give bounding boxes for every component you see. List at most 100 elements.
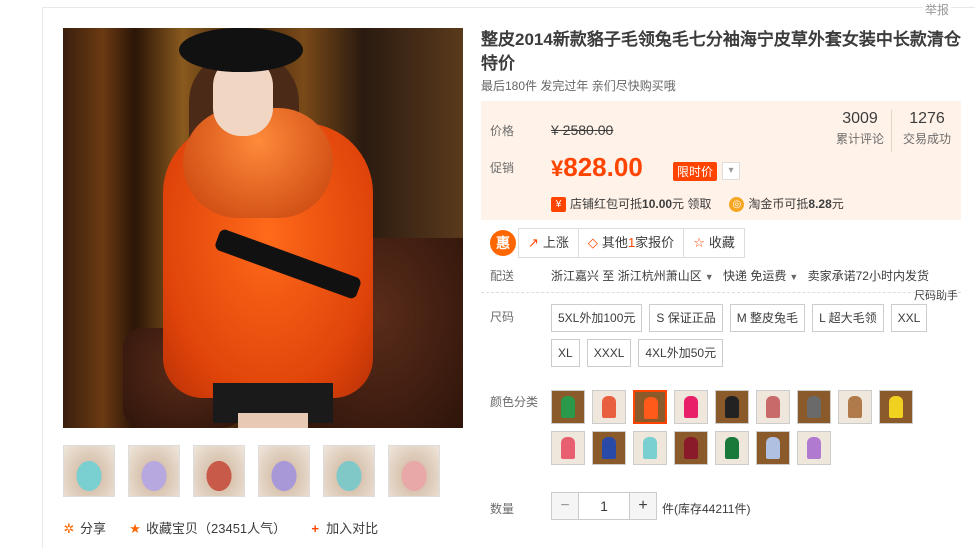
size-option[interactable]: 4XL外加50元 <box>638 339 724 367</box>
thumbnail-4[interactable] <box>258 445 310 497</box>
quantity-label: 数量 <box>490 502 515 516</box>
favorite-label: 收藏 <box>708 235 735 250</box>
size-option[interactable]: L 超大毛领 <box>812 304 884 332</box>
other-prefix: 其他 <box>601 235 628 250</box>
color-swatch[interactable] <box>674 431 708 465</box>
other-offers-button[interactable]: ◇ 其他1家报价 <box>579 229 685 257</box>
favorite-item-link[interactable]: ★ 收藏宝贝（23451人气） <box>128 518 286 537</box>
color-swatch[interactable] <box>879 390 913 424</box>
size-option[interactable]: XL <box>551 339 580 367</box>
promo-label: 促销 <box>490 161 515 175</box>
color-swatch[interactable] <box>797 390 831 424</box>
size-option[interactable]: XXL <box>890 304 928 332</box>
color-swatch[interactable] <box>633 390 667 424</box>
size-chart-link[interactable]: 尺码助手 <box>914 287 958 303</box>
color-swatch[interactable] <box>715 431 749 465</box>
arrow-up-icon: ↗ <box>528 235 539 250</box>
thumbnail-strip <box>63 445 440 497</box>
color-swatch[interactable] <box>633 431 667 465</box>
model-hat <box>179 28 303 72</box>
promo-currency: ¥ <box>551 156 564 181</box>
size-option[interactable]: XXXL <box>586 339 632 367</box>
divider <box>481 292 961 293</box>
size-option[interactable]: M 整皮兔毛 <box>729 304 806 332</box>
color-swatch[interactable] <box>592 431 626 465</box>
share-label: 分享 <box>80 521 107 536</box>
deals-count: 1276 <box>909 110 945 127</box>
swatch-figure <box>889 396 903 418</box>
star-icon: ★ <box>129 521 141 536</box>
swatch-figure <box>684 437 698 459</box>
social-row: ✲ 分享 ★ 收藏宝贝（23451人气） + 加入对比 <box>62 518 379 537</box>
size-option[interactable]: 5XL外加100元 <box>551 304 643 332</box>
ship-to-select[interactable]: 浙江杭州萧山区 <box>618 269 702 283</box>
promo-price-value: 828.00 <box>563 152 643 182</box>
color-swatch[interactable] <box>715 390 749 424</box>
report-link[interactable]: 举报 <box>922 1 951 18</box>
compare-label: 加入对比 <box>326 521 379 536</box>
swatch-figure <box>807 396 821 418</box>
color-swatch[interactable] <box>838 390 872 424</box>
stock-info: 件(库存44211件) <box>662 502 751 516</box>
shop-coupon[interactable]: ¥ 店铺红包可抵10.00元 领取 <box>551 195 712 213</box>
compare-link[interactable]: + 加入对比 <box>308 518 378 537</box>
coin-discount[interactable]: ◎ 淘金币可抵8.28元 <box>729 195 844 213</box>
chevron-down-icon[interactable]: ▾ <box>722 162 740 180</box>
action-bar: 惠 ↗ 上涨 ◇ 其他1家报价 ☆ 收藏 <box>490 228 745 258</box>
shipping-info: 浙江嘉兴 至 浙江杭州萧山区 ▼ 快递 免运费 ▼ 卖家承诺72小时内发货 <box>551 267 929 284</box>
plus-icon: + <box>311 521 319 536</box>
chevron-down-icon[interactable]: ▼ <box>789 272 798 282</box>
product-subtitle: 最后180件 发完过年 亲们尽快购买哦 <box>481 79 676 93</box>
swatch-figure <box>725 396 739 418</box>
swatch-figure <box>644 397 658 419</box>
thumbnail-3[interactable] <box>193 445 245 497</box>
model-legs <box>238 413 308 428</box>
ship-method-select[interactable]: 快递 免运费 <box>723 269 786 283</box>
coin-amount: 8.28 <box>808 197 832 211</box>
stat-reviews[interactable]: 3009 累计评论 <box>834 110 886 147</box>
promo-price: ¥828.00 <box>551 152 643 183</box>
decrement-button[interactable]: − <box>552 493 579 519</box>
swatch-figure <box>684 396 698 418</box>
shipping-label: 配送 <box>490 269 515 283</box>
reviews-count: 3009 <box>842 110 878 127</box>
shop-coupon-suffix: 元 领取 <box>672 197 712 211</box>
price-rise-button[interactable]: ↗ 上涨 <box>519 229 579 257</box>
price-label: 价格 <box>490 124 515 138</box>
color-swatch[interactable] <box>551 431 585 465</box>
swatch-figure <box>561 437 575 459</box>
color-swatch[interactable] <box>551 390 585 424</box>
tag-icon: ◇ <box>587 235 598 250</box>
swatch-figure <box>602 437 616 459</box>
thumbnail-6[interactable] <box>388 445 440 497</box>
thumbnail-5[interactable] <box>323 445 375 497</box>
thumbnail-1[interactable] <box>63 445 115 497</box>
color-swatches <box>551 390 931 465</box>
color-swatch[interactable] <box>674 390 708 424</box>
thumbnail-2[interactable] <box>128 445 180 497</box>
favorite-button[interactable]: ☆ 收藏 <box>684 229 744 257</box>
size-options: 5XL外加100元 S 保证正品 M 整皮兔毛 L 超大毛领 XXL XL XX… <box>551 304 961 367</box>
color-swatch[interactable] <box>756 390 790 424</box>
increment-button[interactable]: + <box>629 493 656 519</box>
other-suffix: 家报价 <box>635 235 675 250</box>
color-swatch[interactable] <box>592 390 626 424</box>
chevron-down-icon[interactable]: ▼ <box>705 272 714 282</box>
main-product-image[interactable] <box>63 28 463 428</box>
swatch-figure <box>766 437 780 459</box>
star-outline-icon: ☆ <box>693 235 705 250</box>
swatch-figure <box>602 396 616 418</box>
size-option[interactable]: S 保证正品 <box>649 304 723 332</box>
shop-coupon-amount: 10.00 <box>642 197 673 211</box>
color-swatch[interactable] <box>797 431 831 465</box>
color-swatch[interactable] <box>756 431 790 465</box>
coin-icon: ◎ <box>729 197 745 213</box>
ship-from: 浙江嘉兴 <box>551 269 600 283</box>
quantity-input[interactable]: 1 <box>579 493 629 519</box>
ship-to-word: 至 <box>602 269 615 283</box>
stat-divider <box>891 110 892 152</box>
share-link[interactable]: ✲ 分享 <box>62 518 106 537</box>
discount-badge[interactable]: 惠 <box>490 230 516 256</box>
favorite-item-label: 收藏宝贝（23451人气） <box>146 521 287 536</box>
reviews-label: 累计评论 <box>835 132 884 146</box>
